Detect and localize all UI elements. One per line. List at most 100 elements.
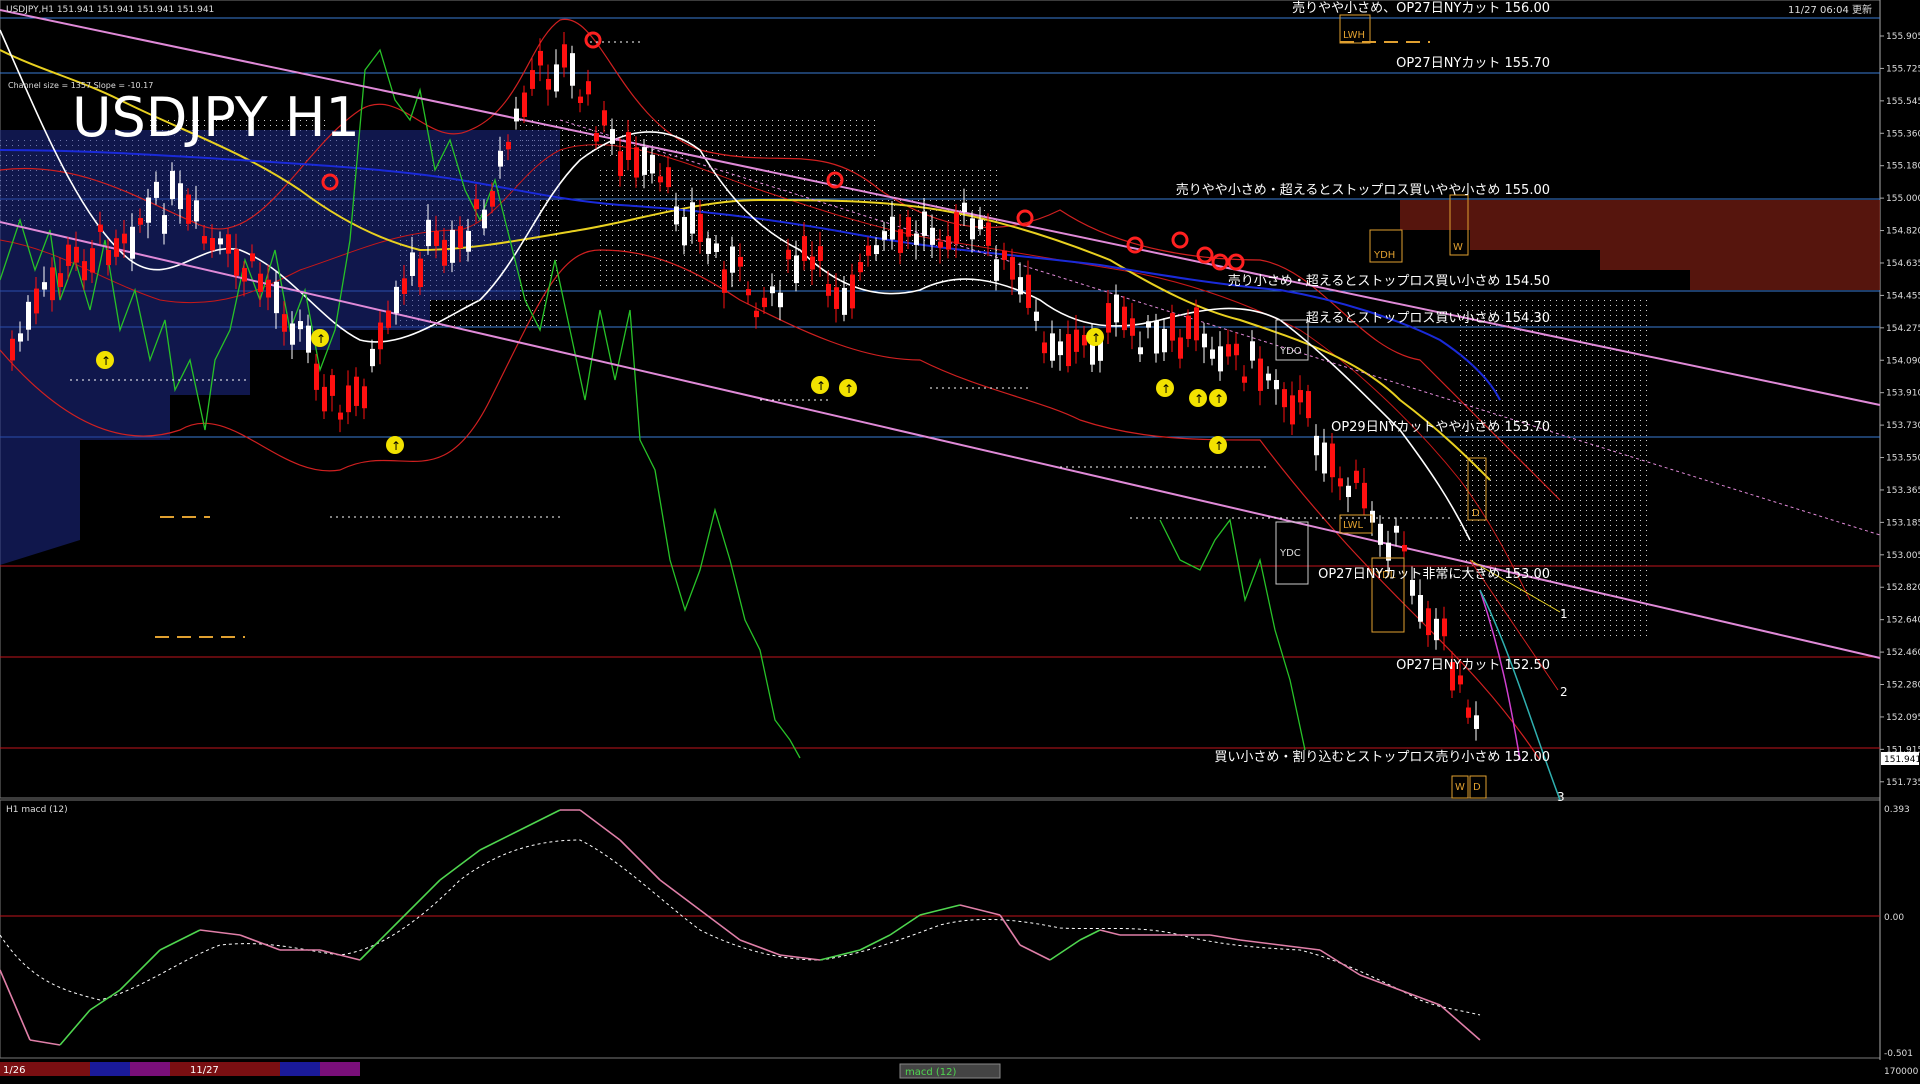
price-tick: 155.545: [1886, 97, 1920, 107]
price-tick: 154.090: [1886, 356, 1920, 366]
macd-bottom-value: 170000: [1884, 1067, 1919, 1077]
time-axis: 1/26 11/27: [0, 1062, 360, 1076]
price-tick: 155.905: [1886, 32, 1920, 42]
price-tick: 154.455: [1886, 291, 1920, 301]
macd-segment: [1320, 950, 1360, 975]
macd-label: H1 macd (12): [6, 805, 68, 815]
ydc-label: YDC: [1279, 548, 1301, 559]
price-tick: 152.280: [1886, 681, 1920, 691]
macd-segment: [120, 950, 160, 990]
d-label-bottom: D: [1473, 782, 1481, 793]
down-marker: [1173, 233, 1187, 247]
macd-segment: [1050, 940, 1080, 960]
price-tick: 154.635: [1886, 259, 1920, 269]
macd-segment: [160, 930, 200, 950]
macd-segment: [1440, 1005, 1480, 1040]
lwl-label: LWL: [1343, 520, 1364, 531]
d-label-mid: D: [1472, 508, 1480, 519]
price-tick: 152.460: [1886, 648, 1920, 658]
lwh-label: LWH: [1343, 30, 1365, 41]
level-label-1525: OP27日NYカット 152.50: [1396, 658, 1550, 673]
level-label-1543: 超えるとストップロス買い小さめ 154.30: [1306, 311, 1550, 326]
macd-segment: [660, 880, 700, 910]
macd-segment: [1210, 935, 1240, 940]
level-label-153: OP27日NYカット非常に大きめ 153.00: [1318, 567, 1550, 582]
price-tick: 153.550: [1886, 454, 1920, 464]
price-tick: 155.180: [1886, 162, 1920, 172]
macd-tick-zero: 0.00: [1884, 913, 1904, 923]
macd-tick-top: 0.393: [1884, 805, 1910, 815]
macd-segment: [1100, 930, 1120, 935]
macd-segment: [360, 920, 400, 960]
price-axis: 155.905 155.725 155.545 155.360 155.180 155.0…: [1880, 32, 1920, 788]
down-marker: [1229, 255, 1243, 269]
price-tick: 151.735: [1886, 778, 1920, 788]
ydo-label: YDO: [1279, 346, 1302, 357]
price-tick: 153.730: [1886, 421, 1920, 431]
time-label-left: 1/26: [3, 1065, 25, 1076]
level-label-1537: OP29日NYカットやや小さめ 153.70: [1331, 420, 1550, 435]
macd-main-line: [0, 810, 1480, 1045]
level-label-152: 買い小さめ・割り込むとストップロス売り小さめ 152.00: [1214, 749, 1550, 765]
macd-segment: [320, 950, 360, 960]
price-tick: 154.275: [1886, 324, 1920, 334]
chart-window[interactable]: ↑↑↑↑↑↑↑↑↑↑ LWH YDH W YDO D LWL YDC YDL W…: [0, 0, 1920, 1080]
macd-segment: [240, 935, 280, 950]
macd-segment: [620, 840, 660, 880]
level-label-1545: 売り小さめ・超えるとストップロス買い小さめ 154.50: [1228, 273, 1550, 289]
macd-tab-label[interactable]: macd (12): [905, 1067, 957, 1078]
price-tick: 153.005: [1886, 551, 1920, 561]
macd-segment: [90, 990, 120, 1010]
macd-segment: [1400, 990, 1440, 1005]
price-tick: 153.185: [1886, 518, 1920, 528]
down-marker: [586, 33, 600, 47]
current-price-label: 151.941: [1884, 755, 1920, 765]
macd-tick-bottom: -0.501: [1884, 1049, 1913, 1059]
price-tick: 153.910: [1886, 389, 1920, 399]
price-tick: 154.820: [1886, 227, 1920, 237]
macd-segment: [1080, 930, 1100, 940]
price-tick: 153.365: [1886, 486, 1920, 496]
projection-label-2: 2: [1560, 685, 1568, 699]
macd-segment: [890, 915, 920, 935]
projection-label-1: 1: [1560, 607, 1568, 621]
macd-segment: [1360, 975, 1400, 990]
price-tick: 152.820: [1886, 583, 1920, 593]
macd-segment: [960, 905, 1000, 915]
macd-segment: [30, 1040, 60, 1045]
macd-segment: [740, 940, 780, 955]
level-annotations: 売りやや小さめ、OP27日NYカット 156.00 OP27日NYカット 155…: [1176, 0, 1550, 765]
price-tick: 155.360: [1886, 129, 1920, 139]
time-label-date: 11/27: [190, 1065, 219, 1076]
price-chart[interactable]: ↑↑↑↑↑↑↑↑↑↑ LWH YDH W YDO D LWL YDC YDL W…: [0, 0, 1920, 1080]
macd-segment: [200, 930, 240, 935]
level-label-1557: OP27日NYカット 155.70: [1396, 56, 1550, 71]
ydh-label: YDH: [1373, 250, 1395, 261]
macd-segment: [1020, 945, 1050, 960]
macd-segment: [1000, 915, 1020, 945]
macd-segment: [1240, 940, 1280, 945]
level-label-155: 売りやや小さめ・超えるとストップロス買いやや小さめ 155.00: [1176, 182, 1550, 198]
w-label-bottom: W: [1455, 782, 1465, 793]
macd-segment: [520, 810, 560, 830]
macd-segment: [0, 970, 30, 1040]
down-marker: [1198, 248, 1212, 262]
macd-segment: [920, 905, 960, 915]
price-tick: 155.000: [1886, 194, 1920, 204]
chart-title: USDJPY H1: [72, 86, 360, 149]
macd-segment: [700, 910, 740, 940]
macd-pane-frame: [0, 800, 1880, 1058]
macd-segment: [580, 810, 620, 840]
macd-segment: [60, 1010, 90, 1045]
macd-segment: [480, 830, 520, 850]
price-tick: 152.640: [1886, 616, 1920, 626]
macd-signal-line: [0, 840, 1480, 1015]
symbol-info: USDJPY,H1 151.941 151.941 151.941 151.94…: [6, 5, 214, 15]
level-label-156: 売りやや小さめ、OP27日NYカット 156.00: [1292, 0, 1550, 16]
w-label-top: W: [1453, 242, 1463, 253]
projection-label-3: 3: [1557, 790, 1565, 804]
macd-segment: [400, 880, 440, 920]
macd-segment: [820, 950, 860, 960]
price-tick: 155.725: [1886, 64, 1920, 74]
price-tick: 152.095: [1886, 713, 1920, 723]
